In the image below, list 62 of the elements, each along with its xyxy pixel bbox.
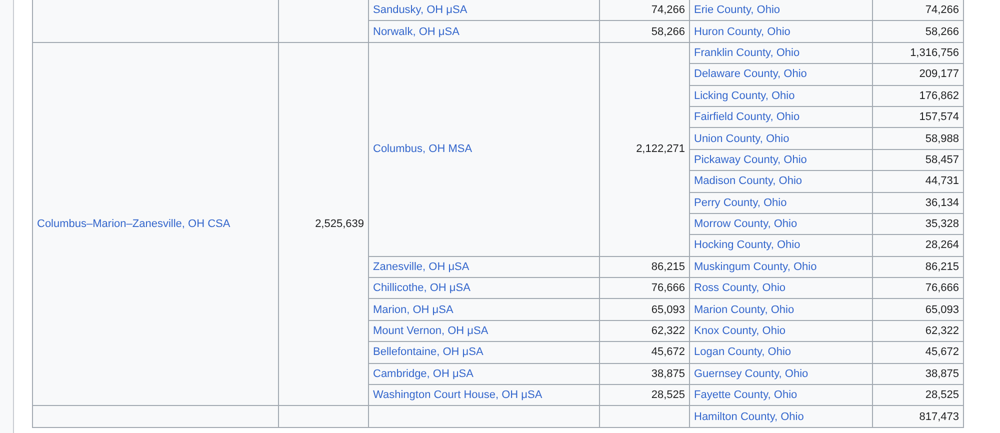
county-link[interactable]: Hamilton County, Ohio: [694, 410, 804, 423]
table-cell: 28,264: [872, 234, 964, 256]
msa-link[interactable]: Mount Vernon, OH μSA: [373, 325, 488, 338]
county-link[interactable]: Fayette County, Ohio: [694, 389, 798, 402]
county-link[interactable]: Muskingum County, Ohio: [694, 260, 817, 273]
county-link[interactable]: Madison County, Ohio: [694, 175, 802, 188]
csa-link[interactable]: Columbus–Marion–Zanesville, OH CSA: [37, 218, 230, 230]
msa-link[interactable]: Cambridge, OH μSA: [373, 368, 474, 380]
msa-link[interactable]: Zanesville, OH μSA: [373, 260, 470, 273]
table-cell: 45,672: [600, 342, 690, 364]
county-link[interactable]: Erie County, Ohio: [694, 4, 780, 16]
table-cell: 38,875: [872, 363, 964, 385]
table-cell: 76,666: [600, 278, 690, 299]
table-cell: 35,328: [872, 213, 964, 235]
table-cell: 76,666: [872, 278, 964, 299]
county-link[interactable]: Hocking County, Ohio: [694, 239, 800, 252]
county-link[interactable]: Ross County, Ohio: [694, 282, 786, 294]
msa-link[interactable]: Columbus, OH MSA: [373, 143, 472, 156]
msa-link[interactable]: Marion, OH μSA: [373, 304, 454, 316]
county-link[interactable]: Huron County, Ohio: [694, 26, 790, 38]
table-cell: 1,316,756: [872, 42, 964, 64]
table-cell: 817,473: [872, 406, 964, 428]
table-cell: 74,266: [872, 0, 964, 21]
county-link[interactable]: Licking County, Ohio: [694, 90, 795, 102]
table-cell: 36,134: [872, 192, 964, 214]
county-link[interactable]: Delaware County, Ohio: [694, 68, 807, 80]
msa-link[interactable]: Bellefontaine, OH μSA: [373, 346, 484, 358]
table-cell: 44,731: [872, 170, 964, 192]
table-cell: 62,322: [872, 320, 964, 342]
table-cell: 58,988: [872, 128, 964, 150]
county-link[interactable]: Morrow County, Ohio: [694, 218, 798, 230]
msa-link[interactable]: Norwalk, OH μSA: [373, 26, 460, 38]
table-cell: 86,215: [600, 256, 690, 278]
county-link[interactable]: Perry County, Ohio: [694, 196, 787, 209]
county-link[interactable]: Marion County, Ohio: [694, 304, 794, 316]
county-link[interactable]: Knox County, Ohio: [694, 325, 786, 338]
table-cell: 62,322: [600, 320, 690, 342]
table-cell: 58,266: [872, 20, 964, 42]
table-cell: 28,525: [872, 384, 964, 406]
county-link[interactable]: Fairfield County, Ohio: [694, 111, 800, 124]
table-cell: 157,574: [872, 106, 964, 128]
county-link[interactable]: Logan County, Ohio: [694, 346, 792, 358]
table-cell: 65,093: [600, 298, 690, 320]
msa-link[interactable]: Sandusky, OH μSA: [373, 4, 468, 16]
table-cell: 209,177: [872, 64, 964, 86]
msa-link[interactable]: Washington Court House, OH μSA: [373, 389, 542, 402]
table-cell: 38,875: [600, 363, 690, 385]
table-cell: 28,525: [600, 384, 690, 406]
table-cell: 74,266: [600, 0, 690, 21]
table-cell: 58,457: [872, 149, 964, 171]
county-link[interactable]: Guernsey County, Ohio: [694, 368, 808, 380]
table-cell: 65,093: [872, 298, 964, 320]
table-cell: 45,672: [872, 342, 964, 364]
table-cell: 176,862: [872, 85, 964, 106]
county-link[interactable]: Union County, Ohio: [694, 132, 790, 145]
county-link[interactable]: Pickaway County, Ohio: [694, 154, 807, 166]
county-link[interactable]: Franklin County, Ohio: [694, 46, 800, 59]
table-cell: 2,122,271: [600, 42, 690, 256]
table-cell: 58,266: [600, 20, 690, 42]
msa-link[interactable]: Chillicothe, OH μSA: [373, 282, 470, 294]
table-cell: 2,525,639: [278, 42, 368, 406]
table-cell: 86,215: [872, 256, 964, 278]
